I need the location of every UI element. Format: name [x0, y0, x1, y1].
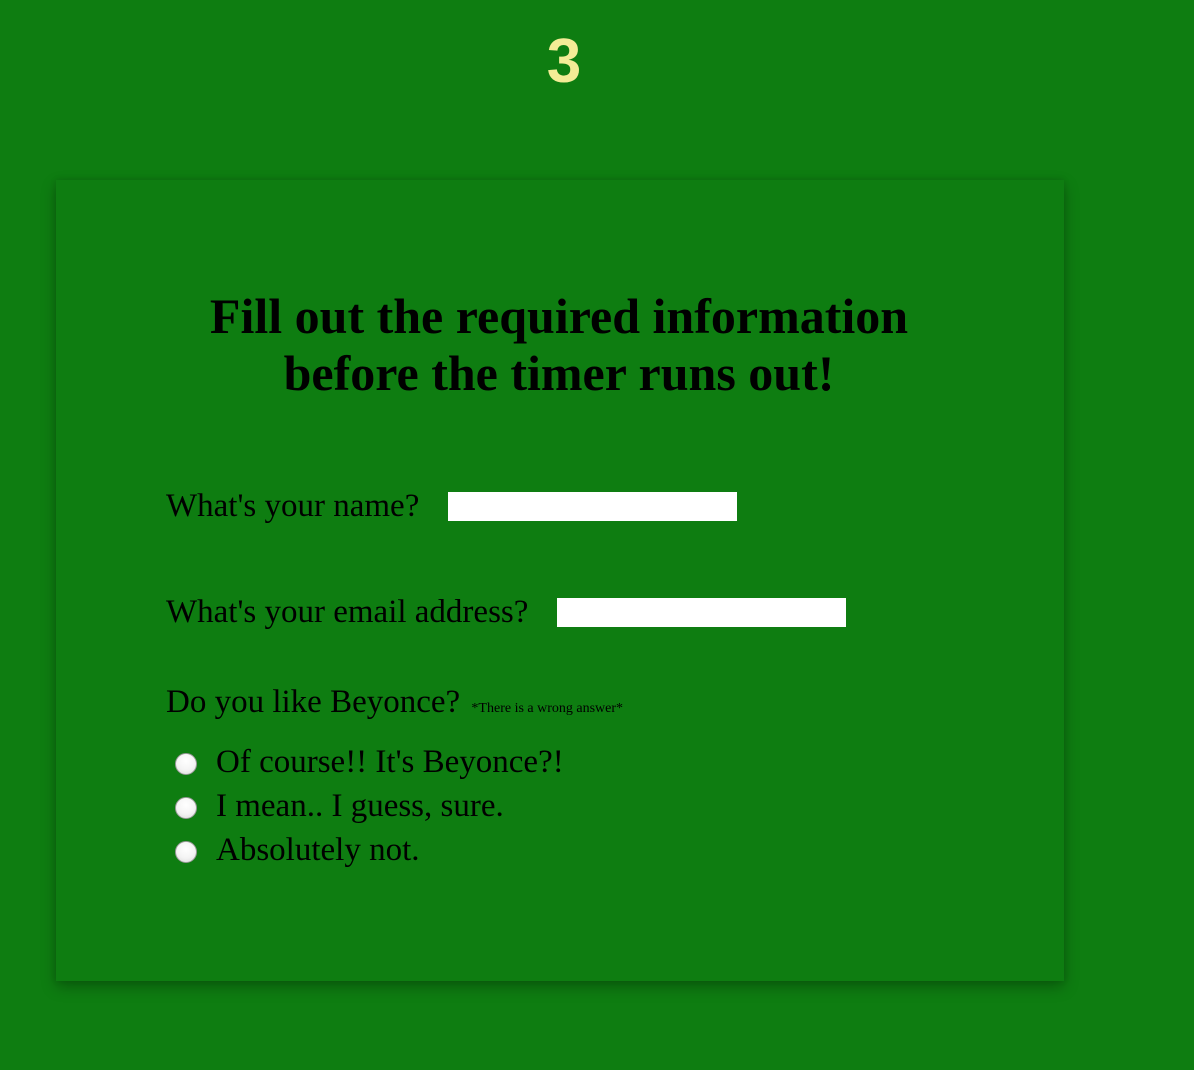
beyonce-question: Do you like Beyonce? *There is a wrong a…	[166, 682, 623, 729]
option-i-guess[interactable]: I mean.. I guess, sure.	[175, 784, 564, 828]
beyonce-question-label: Do you like Beyonce?	[166, 684, 461, 720]
email-row: What's your email address?	[166, 592, 847, 632]
email-input[interactable]	[557, 597, 847, 627]
name-row: What's your name?	[166, 486, 738, 526]
email-label: What's your email address?	[166, 594, 529, 630]
name-label: What's your name?	[166, 488, 420, 524]
radio-button[interactable]	[175, 753, 197, 775]
heading-line-1: Fill out the required information	[209, 288, 909, 344]
beyonce-options: Of course!! It's Beyonce?! I mean.. I gu…	[175, 740, 564, 872]
option-label: Absolutely not.	[216, 831, 420, 868]
radio-button[interactable]	[175, 841, 197, 863]
name-input[interactable]	[448, 491, 738, 521]
radio-button[interactable]	[175, 797, 197, 819]
option-label: I mean.. I guess, sure.	[216, 787, 504, 824]
heading-line-2: before the timer runs out!	[283, 345, 835, 401]
countdown-timer: 3	[546, 27, 582, 96]
form-heading: Fill out the required information before…	[56, 288, 1062, 402]
option-label: Of course!! It's Beyonce?!	[216, 743, 564, 780]
form-card: Fill out the required information before…	[56, 180, 1064, 981]
beyonce-note: *There is a wrong answer*	[471, 701, 624, 716]
option-of-course[interactable]: Of course!! It's Beyonce?!	[175, 740, 564, 784]
option-absolutely-not[interactable]: Absolutely not.	[175, 828, 564, 872]
